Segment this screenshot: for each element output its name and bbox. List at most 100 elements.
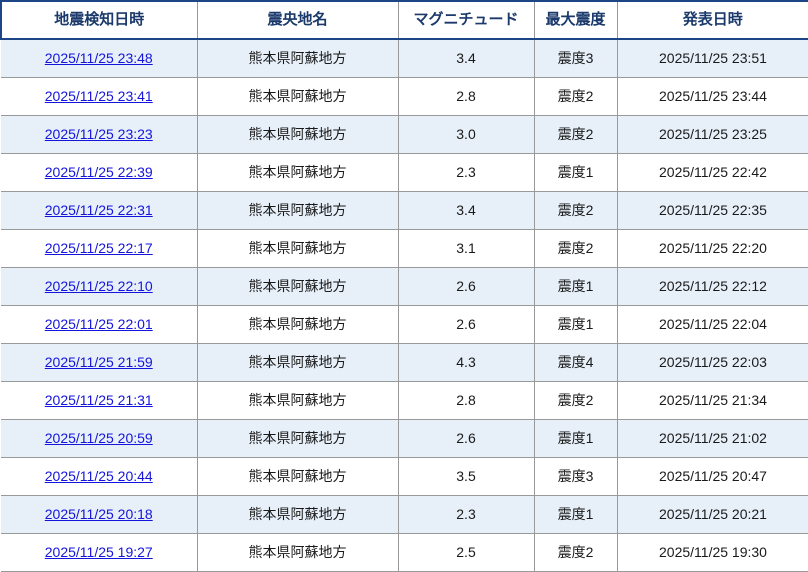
detected-time-cell: 2025/11/25 22:01 <box>1 305 197 344</box>
earthquake-history-page: 地震検知日時 震央地名 マグニチュード 最大震度 発表日時 2025/11/25… <box>0 0 808 572</box>
announced-time-cell: 2025/11/25 22:42 <box>616 153 808 192</box>
epicenter-cell: 熊本県阿蘇地方 <box>196 39 398 78</box>
table-row: 2025/11/25 22:01 熊本県阿蘇地方 2.6 震度1 2025/11… <box>1 305 808 344</box>
epicenter-cell: 熊本県阿蘇地方 <box>196 267 398 306</box>
epicenter-cell: 熊本県阿蘇地方 <box>196 191 398 230</box>
earthquake-table: 地震検知日時 震央地名 マグニチュード 最大震度 発表日時 2025/11/25… <box>0 0 808 572</box>
announced-time-cell: 2025/11/25 22:03 <box>616 343 808 382</box>
detected-time-cell: 2025/11/25 23:48 <box>1 39 197 78</box>
header-detected-time: 地震検知日時 <box>0 0 197 40</box>
detected-time-link[interactable]: 2025/11/25 22:01 <box>45 316 153 332</box>
detected-time-link[interactable]: 2025/11/25 21:59 <box>45 354 153 370</box>
detected-time-link[interactable]: 2025/11/25 20:59 <box>45 430 153 446</box>
detected-time-link[interactable]: 2025/11/25 23:41 <box>45 88 153 104</box>
magnitude-cell: 2.6 <box>397 267 534 306</box>
intensity-cell: 震度2 <box>533 381 617 420</box>
epicenter-cell: 熊本県阿蘇地方 <box>196 381 398 420</box>
header-magnitude: マグニチュード <box>397 0 534 40</box>
intensity-cell: 震度4 <box>533 343 617 382</box>
header-row: 地震検知日時 震央地名 マグニチュード 最大震度 発表日時 <box>0 0 808 40</box>
epicenter-cell: 熊本県阿蘇地方 <box>196 495 398 534</box>
announced-time-cell: 2025/11/25 22:04 <box>616 305 808 344</box>
detected-time-link[interactable]: 2025/11/25 22:39 <box>45 164 153 180</box>
intensity-cell: 震度1 <box>533 267 617 306</box>
magnitude-cell: 3.0 <box>397 115 534 154</box>
magnitude-cell: 3.4 <box>397 39 534 78</box>
detected-time-cell: 2025/11/25 20:59 <box>1 419 197 458</box>
earthquake-table-header: 地震検知日時 震央地名 マグニチュード 最大震度 発表日時 <box>0 0 808 40</box>
announced-time-cell: 2025/11/25 20:47 <box>616 457 808 496</box>
table-row: 2025/11/25 21:59 熊本県阿蘇地方 4.3 震度4 2025/11… <box>1 343 808 382</box>
intensity-cell: 震度2 <box>533 115 617 154</box>
detected-time-link[interactable]: 2025/11/25 23:48 <box>45 50 153 66</box>
announced-time-cell: 2025/11/25 19:30 <box>616 533 808 572</box>
intensity-cell: 震度3 <box>533 39 617 78</box>
intensity-cell: 震度2 <box>533 77 617 116</box>
header-epicenter: 震央地名 <box>196 0 398 40</box>
detected-time-cell: 2025/11/25 22:39 <box>1 153 197 192</box>
detected-time-cell: 2025/11/25 21:59 <box>1 343 197 382</box>
announced-time-cell: 2025/11/25 21:34 <box>616 381 808 420</box>
magnitude-cell: 3.1 <box>397 229 534 268</box>
header-announced-time: 発表日時 <box>616 0 808 40</box>
intensity-cell: 震度1 <box>533 419 617 458</box>
detected-time-link[interactable]: 2025/11/25 22:31 <box>45 202 153 218</box>
epicenter-cell: 熊本県阿蘇地方 <box>196 457 398 496</box>
intensity-cell: 震度1 <box>533 153 617 192</box>
table-row: 2025/11/25 23:48 熊本県阿蘇地方 3.4 震度3 2025/11… <box>1 39 808 78</box>
detected-time-link[interactable]: 2025/11/25 20:18 <box>45 506 153 522</box>
table-row: 2025/11/25 20:59 熊本県阿蘇地方 2.6 震度1 2025/11… <box>1 419 808 458</box>
table-row: 2025/11/25 20:18 熊本県阿蘇地方 2.3 震度1 2025/11… <box>1 495 808 534</box>
detected-time-link[interactable]: 2025/11/25 19:27 <box>45 544 153 560</box>
epicenter-cell: 熊本県阿蘇地方 <box>196 153 398 192</box>
table-row: 2025/11/25 20:44 熊本県阿蘇地方 3.5 震度3 2025/11… <box>1 457 808 496</box>
magnitude-cell: 2.6 <box>397 419 534 458</box>
table-row: 2025/11/25 21:31 熊本県阿蘇地方 2.8 震度2 2025/11… <box>1 381 808 420</box>
intensity-cell: 震度1 <box>533 495 617 534</box>
announced-time-cell: 2025/11/25 20:21 <box>616 495 808 534</box>
epicenter-cell: 熊本県阿蘇地方 <box>196 305 398 344</box>
intensity-cell: 震度3 <box>533 457 617 496</box>
magnitude-cell: 2.3 <box>397 153 534 192</box>
epicenter-cell: 熊本県阿蘇地方 <box>196 77 398 116</box>
epicenter-cell: 熊本県阿蘇地方 <box>196 343 398 382</box>
intensity-cell: 震度2 <box>533 533 617 572</box>
announced-time-cell: 2025/11/25 23:51 <box>616 39 808 78</box>
intensity-cell: 震度2 <box>533 191 617 230</box>
magnitude-cell: 3.4 <box>397 191 534 230</box>
detected-time-link[interactable]: 2025/11/25 21:31 <box>45 392 153 408</box>
magnitude-cell: 4.3 <box>397 343 534 382</box>
table-row: 2025/11/25 23:23 熊本県阿蘇地方 3.0 震度2 2025/11… <box>1 115 808 154</box>
detected-time-link[interactable]: 2025/11/25 23:23 <box>45 126 153 142</box>
epicenter-cell: 熊本県阿蘇地方 <box>196 533 398 572</box>
announced-time-cell: 2025/11/25 22:12 <box>616 267 808 306</box>
epicenter-cell: 熊本県阿蘇地方 <box>196 419 398 458</box>
detected-time-link[interactable]: 2025/11/25 22:10 <box>45 278 153 294</box>
epicenter-cell: 熊本県阿蘇地方 <box>196 115 398 154</box>
announced-time-cell: 2025/11/25 23:25 <box>616 115 808 154</box>
announced-time-cell: 2025/11/25 23:44 <box>616 77 808 116</box>
detected-time-link[interactable]: 2025/11/25 22:17 <box>45 240 153 256</box>
detected-time-cell: 2025/11/25 19:27 <box>1 533 197 572</box>
detected-time-cell: 2025/11/25 23:41 <box>1 77 197 116</box>
announced-time-cell: 2025/11/25 21:02 <box>616 419 808 458</box>
detected-time-link[interactable]: 2025/11/25 20:44 <box>45 468 153 484</box>
announced-time-cell: 2025/11/25 22:35 <box>616 191 808 230</box>
intensity-cell: 震度2 <box>533 229 617 268</box>
detected-time-cell: 2025/11/25 21:31 <box>1 381 197 420</box>
epicenter-cell: 熊本県阿蘇地方 <box>196 229 398 268</box>
table-row: 2025/11/25 22:31 熊本県阿蘇地方 3.4 震度2 2025/11… <box>1 191 808 230</box>
table-row: 2025/11/25 22:39 熊本県阿蘇地方 2.3 震度1 2025/11… <box>1 153 808 192</box>
table-row: 2025/11/25 22:17 熊本県阿蘇地方 3.1 震度2 2025/11… <box>1 229 808 268</box>
detected-time-cell: 2025/11/25 23:23 <box>1 115 197 154</box>
table-row: 2025/11/25 22:10 熊本県阿蘇地方 2.6 震度1 2025/11… <box>1 267 808 306</box>
detected-time-cell: 2025/11/25 22:10 <box>1 267 197 306</box>
magnitude-cell: 2.6 <box>397 305 534 344</box>
magnitude-cell: 2.3 <box>397 495 534 534</box>
magnitude-cell: 2.5 <box>397 533 534 572</box>
detected-time-cell: 2025/11/25 22:17 <box>1 229 197 268</box>
table-row: 2025/11/25 23:41 熊本県阿蘇地方 2.8 震度2 2025/11… <box>1 77 808 116</box>
header-max-intensity: 最大震度 <box>533 0 617 40</box>
earthquake-table-body: 2025/11/25 23:48 熊本県阿蘇地方 3.4 震度3 2025/11… <box>1 39 808 572</box>
table-row: 2025/11/25 19:27 熊本県阿蘇地方 2.5 震度2 2025/11… <box>1 533 808 572</box>
